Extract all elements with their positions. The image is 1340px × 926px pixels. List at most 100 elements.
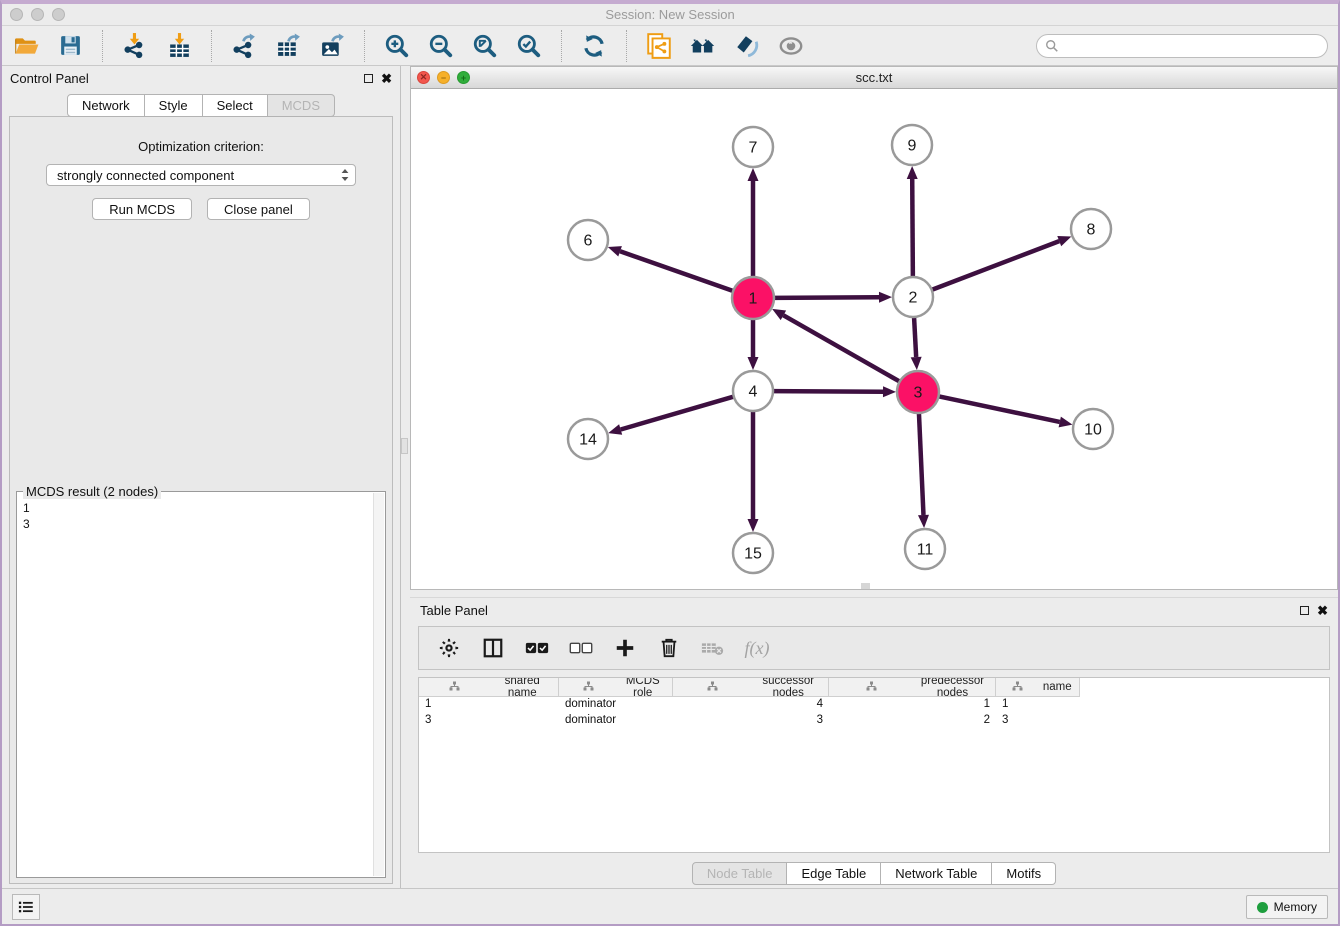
delete-table-icon[interactable] xyxy=(701,636,725,660)
export-network-icon[interactable] xyxy=(230,32,258,60)
zoom-selected-icon[interactable] xyxy=(515,32,543,60)
edge-1-2[interactable] xyxy=(879,292,892,303)
network-minimize-button[interactable]: − xyxy=(437,71,450,84)
network-maximize-button[interactable]: + xyxy=(457,71,470,84)
edge-3-11[interactable] xyxy=(918,515,929,528)
horizontal-splitter[interactable] xyxy=(410,590,1338,597)
table-cell[interactable]: 1 xyxy=(829,697,996,713)
refresh-icon[interactable] xyxy=(580,32,608,60)
deselect-all-icon[interactable] xyxy=(569,636,593,660)
import-network-icon[interactable] xyxy=(121,32,149,60)
tab-node-table[interactable]: Node Table xyxy=(692,862,788,885)
column-header-successor-nodes[interactable]: successor nodes xyxy=(673,678,829,697)
table-row[interactable]: 1dominator411 xyxy=(419,697,1329,713)
network-close-button[interactable]: ✕ xyxy=(417,71,430,84)
table-cell[interactable]: 1 xyxy=(996,697,1080,713)
panel-splitter[interactable] xyxy=(400,66,408,888)
table-panel-tabs: Node TableEdge TableNetwork TableMotifs xyxy=(410,862,1338,885)
table-cell[interactable]: dominator xyxy=(559,713,673,729)
edge-2-3[interactable] xyxy=(911,357,922,370)
edge-1-4[interactable] xyxy=(748,357,759,370)
function-builder-icon[interactable]: f(x) xyxy=(745,636,769,660)
task-history-button[interactable] xyxy=(12,894,40,920)
edge-3-10[interactable] xyxy=(1059,417,1073,428)
main-toolbar xyxy=(2,26,1338,66)
close-window-button[interactable] xyxy=(10,8,23,21)
tab-style[interactable]: Style xyxy=(145,94,203,117)
export-table-icon[interactable] xyxy=(274,32,302,60)
network-view-titlebar[interactable]: ✕ − + scc.txt xyxy=(411,67,1337,89)
search-box[interactable] xyxy=(1036,34,1328,58)
maximize-window-button[interactable] xyxy=(52,8,65,21)
delete-column-icon[interactable] xyxy=(657,636,681,660)
close-table-panel-icon[interactable]: ✖ xyxy=(1317,604,1328,617)
float-panel-icon[interactable] xyxy=(364,74,373,83)
edge-1-6[interactable] xyxy=(608,246,622,256)
table-settings-gear-icon[interactable] xyxy=(437,636,461,660)
tab-motifs[interactable]: Motifs xyxy=(992,862,1056,885)
table-cell[interactable]: 3 xyxy=(996,713,1080,729)
attribute-type-icon xyxy=(833,681,910,694)
show-hide-eye-icon[interactable] xyxy=(777,32,805,60)
import-table-icon[interactable] xyxy=(165,32,193,60)
new-network-from-file-icon[interactable] xyxy=(645,32,673,60)
table-cell[interactable]: dominator xyxy=(559,697,673,713)
table-row[interactable]: 3dominator323 xyxy=(419,713,1329,729)
toolbar-separator xyxy=(364,30,365,62)
open-folder-icon[interactable] xyxy=(12,32,40,60)
graph-node-label-10: 10 xyxy=(1084,422,1102,439)
edge-4-15[interactable] xyxy=(748,519,759,532)
tab-network[interactable]: Network xyxy=(67,94,145,117)
export-image-icon[interactable] xyxy=(318,32,346,60)
select-all-icon[interactable] xyxy=(525,636,549,660)
titlebar: Session: New Session xyxy=(2,4,1338,26)
window-controls xyxy=(10,8,65,21)
edge-1-7[interactable] xyxy=(748,168,759,181)
zoom-fit-icon[interactable] xyxy=(471,32,499,60)
table-cell[interactable]: 4 xyxy=(673,697,829,713)
tab-mcds[interactable]: MCDS xyxy=(268,94,335,117)
table-cell[interactable]: 2 xyxy=(829,713,996,729)
memory-button[interactable]: Memory xyxy=(1246,895,1328,919)
column-header-predecessor-nodes[interactable]: predecessor nodes xyxy=(829,678,996,697)
add-column-icon[interactable] xyxy=(613,636,637,660)
search-input[interactable] xyxy=(1064,37,1327,55)
close-panel-icon[interactable]: ✖ xyxy=(381,72,392,85)
network-graph: 1234678910111415 xyxy=(411,89,1335,591)
float-table-panel-icon[interactable] xyxy=(1300,606,1309,615)
save-icon[interactable] xyxy=(56,32,84,60)
tab-edge-table[interactable]: Edge Table xyxy=(787,862,881,885)
attribute-type-icon xyxy=(563,681,614,694)
table-cell[interactable]: 1 xyxy=(419,697,559,713)
tab-select[interactable]: Select xyxy=(203,94,268,117)
table-cell[interactable]: 3 xyxy=(419,713,559,729)
edge-4-14[interactable] xyxy=(608,424,622,435)
mcds-panel: Optimization criterion: strongly connect… xyxy=(9,116,393,884)
edge-4-3[interactable] xyxy=(883,386,896,397)
network-view-title: scc.txt xyxy=(856,70,893,85)
hide-labels-icon[interactable] xyxy=(733,32,761,60)
criterion-select-value: strongly connected component xyxy=(57,168,339,183)
column-header-name[interactable]: name xyxy=(996,678,1080,697)
home-networks-icon[interactable] xyxy=(689,32,717,60)
network-canvas[interactable]: 1234678910111415 xyxy=(411,89,1337,589)
splitter-grabber-icon[interactable] xyxy=(401,438,408,454)
show-columns-icon[interactable] xyxy=(481,636,505,660)
canvas-resize-handle[interactable] xyxy=(861,583,870,589)
node-table[interactable]: shared nameMCDS rolesuccessor nodesprede… xyxy=(418,677,1330,853)
zoom-in-icon[interactable] xyxy=(383,32,411,60)
zoom-out-icon[interactable] xyxy=(427,32,455,60)
mcds-result-scrollbar[interactable] xyxy=(373,493,384,876)
mcds-result-text[interactable]: 1 3 xyxy=(23,500,373,875)
close-panel-button[interactable]: Close panel xyxy=(207,198,310,220)
edge-2-9[interactable] xyxy=(907,166,918,179)
criterion-select[interactable]: strongly connected component xyxy=(46,164,356,186)
tab-network-table[interactable]: Network Table xyxy=(881,862,992,885)
minimize-window-button[interactable] xyxy=(31,8,44,21)
edge-2-8[interactable] xyxy=(1057,236,1071,246)
table-body: 1dominator4113dominator323 xyxy=(419,697,1329,729)
column-header-MCDS-role[interactable]: MCDS role xyxy=(559,678,673,697)
run-mcds-button[interactable]: Run MCDS xyxy=(92,198,192,220)
table-cell[interactable]: 3 xyxy=(673,713,829,729)
column-header-shared-name[interactable]: shared name xyxy=(419,678,559,697)
